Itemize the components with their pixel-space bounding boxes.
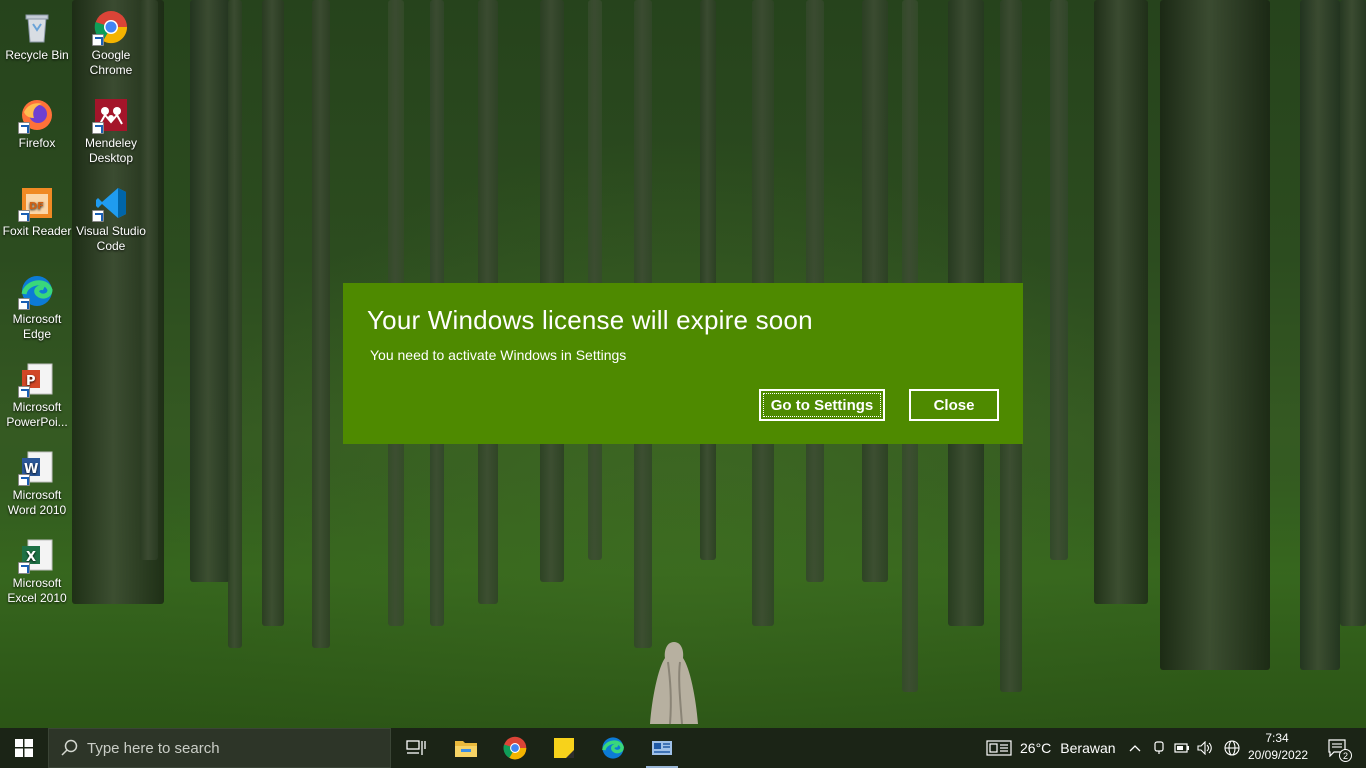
- battery-icon: [1174, 743, 1189, 753]
- windows-logo-icon: [15, 739, 33, 757]
- tree-trunk: [228, 0, 242, 648]
- tree-trunk: [312, 0, 330, 648]
- go-to-settings-button[interactable]: Go to Settings: [759, 389, 885, 421]
- shortcut-arrow-icon: [18, 562, 30, 574]
- tree-trunk: [190, 0, 230, 582]
- license-expiry-dialog: Your Windows license will expire soon Yo…: [343, 283, 1023, 444]
- shortcut-arrow-icon: [18, 210, 30, 222]
- tree-trunk: [1160, 0, 1270, 670]
- dialog-title: Your Windows license will expire soon: [367, 305, 813, 335]
- desktop-icon-microsoft-edge[interactable]: Microsoft Edge: [0, 268, 74, 352]
- tree-trunk: [1050, 0, 1068, 560]
- notification-count-badge: 2: [1339, 749, 1352, 762]
- taskbar-file-explorer[interactable]: [442, 728, 490, 768]
- sticky-notes-icon: [554, 738, 574, 758]
- desktop-icon-label: Recycle Bin: [5, 48, 69, 62]
- desktop-icon-vscode[interactable]: Visual Studio Code: [74, 180, 148, 264]
- desktop-icon-google-chrome[interactable]: Google Chrome: [74, 4, 148, 88]
- excel-icon: X: [18, 538, 54, 574]
- shortcut-arrow-icon: [18, 474, 30, 486]
- shortcut-arrow-icon: [18, 122, 30, 134]
- svg-text:DF: DF: [29, 201, 44, 212]
- tree-trunk: [700, 0, 716, 560]
- action-center-button[interactable]: 2: [1318, 728, 1358, 768]
- tree-trunk: [1340, 0, 1366, 626]
- search-input[interactable]: Type here to search: [48, 728, 391, 768]
- clock-time: 7:34: [1265, 731, 1289, 745]
- desktop-icon-powerpoint[interactable]: P Microsoft PowerPoi...: [0, 356, 74, 440]
- task-view-icon: [406, 740, 426, 755]
- desktop-icon-label: Microsoft Excel 2010: [7, 576, 67, 605]
- taskbar: Type here to search 26°C Berawan 7:34 20…: [0, 728, 1366, 768]
- search-placeholder: Type here to search: [87, 739, 220, 757]
- shortcut-arrow-icon: [18, 386, 30, 398]
- news-app-icon: [652, 741, 672, 755]
- tree-trunk: [1300, 0, 1340, 670]
- shortcut-arrow-icon: [92, 210, 104, 222]
- recycle-bin-icon: [20, 10, 54, 44]
- weather-condition: Berawan: [1060, 740, 1116, 756]
- weather-widget[interactable]: 26°C Berawan: [986, 728, 1116, 768]
- tree-trunk: [588, 0, 602, 560]
- vscode-icon: [92, 186, 128, 222]
- dialog-message: You need to activate Windows in Settings: [370, 347, 627, 363]
- shortcut-arrow-icon: [92, 34, 104, 46]
- speaker-icon: [1197, 741, 1212, 755]
- cloaked-figure: [650, 642, 698, 725]
- network-button[interactable]: [1220, 728, 1244, 768]
- news-weather-icon: [986, 740, 1012, 756]
- chrome-icon: [503, 736, 527, 760]
- taskbar-edge[interactable]: [589, 728, 637, 768]
- mendeley-icon: [92, 98, 128, 134]
- desktop-icon-label: Microsoft PowerPoi...: [6, 400, 68, 429]
- desktop-icon-label: Visual Studio Code: [76, 224, 146, 253]
- desktop-icon-recycle-bin[interactable]: Recycle Bin: [0, 4, 74, 88]
- desktop-icon-word[interactable]: W Microsoft Word 2010: [0, 444, 74, 528]
- firefox-icon: [18, 98, 54, 134]
- desktop-icon-foxit-reader[interactable]: DF Foxit Reader: [0, 180, 74, 264]
- search-icon: [61, 739, 78, 756]
- desktop-icon-label: Microsoft Edge: [12, 312, 62, 341]
- edge-icon: [18, 274, 54, 310]
- word-icon: W: [18, 450, 54, 486]
- start-button[interactable]: [0, 728, 48, 768]
- close-button[interactable]: Close: [909, 389, 999, 421]
- weather-temperature: 26°C: [1020, 740, 1052, 756]
- powerpoint-icon: P: [18, 362, 54, 398]
- tree-trunk: [1094, 0, 1148, 604]
- desktop-icon-label: Foxit Reader: [2, 224, 72, 238]
- desktop-icon-mendeley[interactable]: Mendeley Desktop: [74, 92, 148, 176]
- globe-network-icon: [1224, 740, 1240, 756]
- meet-now-icon: [1154, 741, 1164, 754]
- taskbar-clock[interactable]: 7:34 20/09/2022: [1248, 730, 1309, 766]
- taskbar-sticky-notes[interactable]: [540, 728, 588, 768]
- taskbar-news-app[interactable]: [638, 728, 686, 768]
- taskbar-chrome[interactable]: [491, 728, 539, 768]
- task-view-button[interactable]: [392, 728, 440, 768]
- file-explorer-icon: [455, 741, 477, 757]
- chevron-up-icon: [1129, 745, 1141, 752]
- desktop-icon-excel[interactable]: X Microsoft Excel 2010: [0, 532, 74, 616]
- desktop-icon-label: Mendeley Desktop: [84, 136, 138, 165]
- shortcut-arrow-icon: [92, 122, 104, 134]
- battery-button[interactable]: [1171, 728, 1193, 768]
- shortcut-arrow-icon: [18, 298, 30, 310]
- meet-now-button[interactable]: [1148, 728, 1170, 768]
- volume-button[interactable]: [1194, 728, 1216, 768]
- clock-date: 20/09/2022: [1248, 748, 1309, 762]
- edge-icon: [602, 737, 624, 759]
- chrome-icon: [92, 10, 128, 46]
- desktop-icon-label: Google Chrome: [89, 48, 133, 77]
- desktop-icon-label: Microsoft Word 2010: [7, 488, 67, 517]
- desktop-icon-label: Firefox: [18, 136, 56, 150]
- foxit-reader-icon: DF: [18, 186, 54, 222]
- show-hidden-icons-button[interactable]: [1124, 728, 1146, 768]
- tree-trunk: [262, 0, 284, 626]
- desktop-icon-firefox[interactable]: Firefox: [0, 92, 74, 176]
